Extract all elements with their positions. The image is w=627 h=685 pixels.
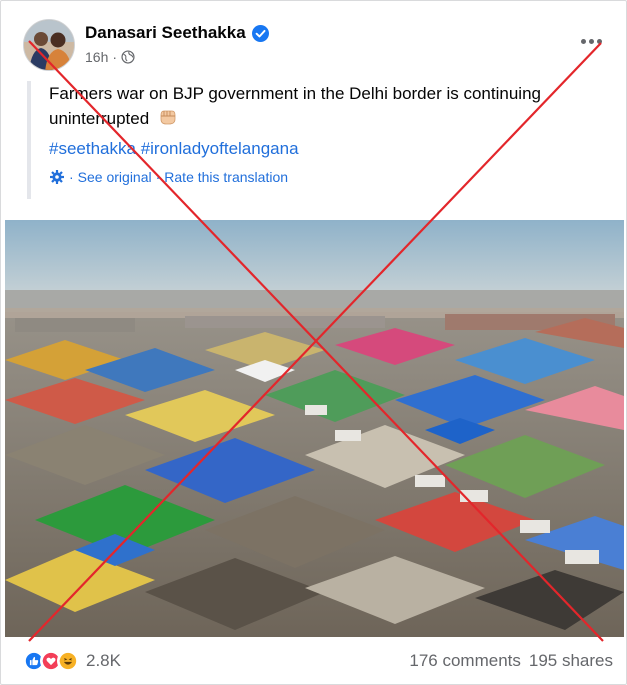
- tent-city-image: [5, 220, 624, 637]
- hashtag-row: #seethakka #ironladyoftelangana: [49, 139, 597, 159]
- see-original-link[interactable]: See original: [78, 169, 152, 185]
- reactions-summary[interactable]: 2.8K: [23, 650, 121, 672]
- translation-row: · See original · Rate this translation: [49, 169, 597, 185]
- post-stats: 176 comments 195 shares: [409, 651, 613, 671]
- verified-badge-icon: [251, 24, 269, 42]
- meta-separator: ·: [112, 49, 118, 65]
- more-dot-icon: [588, 38, 594, 44]
- gear-icon[interactable]: [49, 169, 65, 185]
- author-name-row: Danasari Seethakka: [85, 23, 269, 43]
- post-photo[interactable]: [5, 220, 624, 637]
- engagement-bar: 2.8K 176 comments 195 shares: [23, 647, 613, 675]
- author-avatar[interactable]: [23, 19, 75, 71]
- translated-post-block: Farmers war on BJP government in the Del…: [27, 81, 597, 199]
- hashtag-ironladyoftelangana[interactable]: #ironladyoftelangana: [141, 139, 299, 158]
- globe-icon[interactable]: [121, 50, 135, 64]
- post-time[interactable]: 16h: [85, 49, 108, 65]
- comments-count[interactable]: 176 comments: [409, 651, 521, 671]
- hashtag-seethakka[interactable]: #seethakka: [49, 139, 136, 158]
- haha-reaction-icon: [57, 650, 79, 672]
- post-text-row: Farmers war on BJP government in the Del…: [49, 81, 599, 131]
- shares-count[interactable]: 195 shares: [529, 651, 613, 671]
- raised-fist-emoji-icon: [160, 110, 176, 125]
- reaction-count: 2.8K: [86, 651, 121, 670]
- translate-separator: ·: [155, 169, 161, 185]
- more-options-button[interactable]: [577, 31, 605, 51]
- more-dot-icon: [580, 38, 586, 44]
- author-name[interactable]: Danasari Seethakka: [85, 23, 246, 43]
- post-text: Farmers war on BJP government in the Del…: [49, 84, 541, 128]
- post-meta: 16h ·: [85, 49, 135, 65]
- avatar-photo: [24, 20, 74, 70]
- post-header: Danasari Seethakka 16h ·: [23, 19, 613, 73]
- post-card: Danasari Seethakka 16h · Farmers war on …: [0, 0, 627, 685]
- rate-translation-link[interactable]: Rate this translation: [164, 169, 288, 185]
- translate-separator: ·: [69, 169, 74, 185]
- more-dot-icon: [596, 38, 602, 44]
